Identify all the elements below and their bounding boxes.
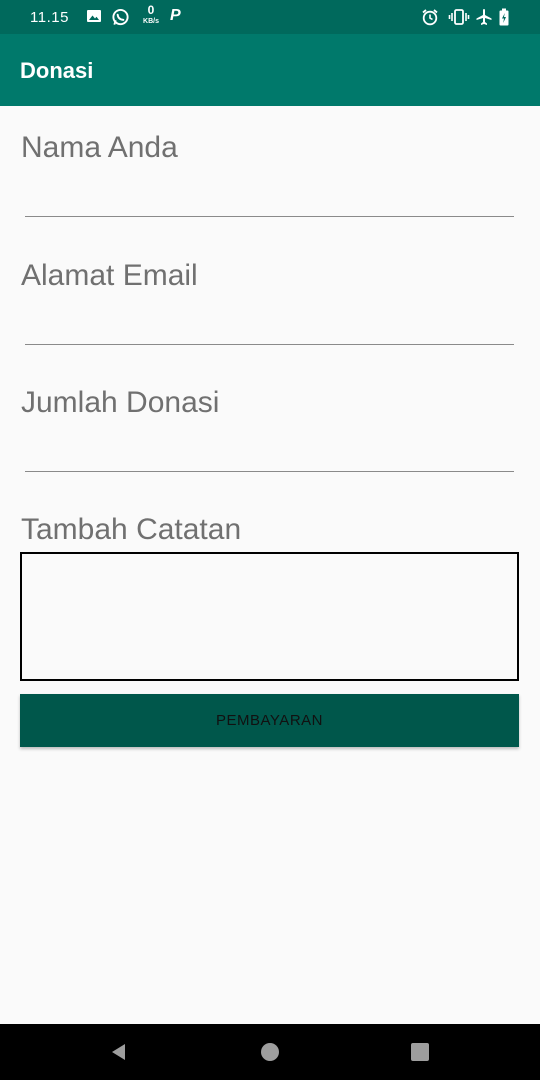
whatsapp-icon xyxy=(111,8,130,26)
email-input[interactable] xyxy=(25,344,514,345)
battery-icon xyxy=(499,8,509,26)
back-icon[interactable] xyxy=(103,1036,135,1068)
net-speed-value: 0 xyxy=(147,3,155,17)
notes-textarea[interactable] xyxy=(20,552,519,681)
status-time: 11.15 xyxy=(30,9,69,26)
email-label: Alamat Email xyxy=(21,259,198,292)
alarm-icon xyxy=(421,8,439,26)
name-input[interactable] xyxy=(25,216,514,217)
navigation-bar xyxy=(0,1024,540,1080)
pay-button-label: PEMBAYARAN xyxy=(216,712,323,729)
status-bar: 11.15 0 KB/s P xyxy=(0,0,540,34)
notes-label: Tambah Catatan xyxy=(21,513,242,546)
pay-button[interactable]: PEMBAYARAN xyxy=(20,694,519,747)
amount-label: Jumlah Donasi xyxy=(21,386,220,419)
vibrate-icon xyxy=(448,8,470,26)
amount-input[interactable] xyxy=(25,471,514,472)
home-icon[interactable] xyxy=(254,1036,286,1068)
net-speed-unit: KB/s xyxy=(143,18,159,25)
image-icon xyxy=(86,8,102,26)
app-notification-letter: P xyxy=(170,7,181,24)
screen: 11.15 0 KB/s P Donasi Nama Anda Alamat E… xyxy=(0,0,540,1080)
app-title: Donasi xyxy=(20,58,94,83)
recents-icon[interactable] xyxy=(404,1036,436,1068)
airplane-icon xyxy=(475,8,493,26)
app-bar: Donasi xyxy=(0,34,540,106)
net-speed-indicator: 0 KB/s xyxy=(140,3,162,27)
name-label: Nama Anda xyxy=(21,131,178,164)
